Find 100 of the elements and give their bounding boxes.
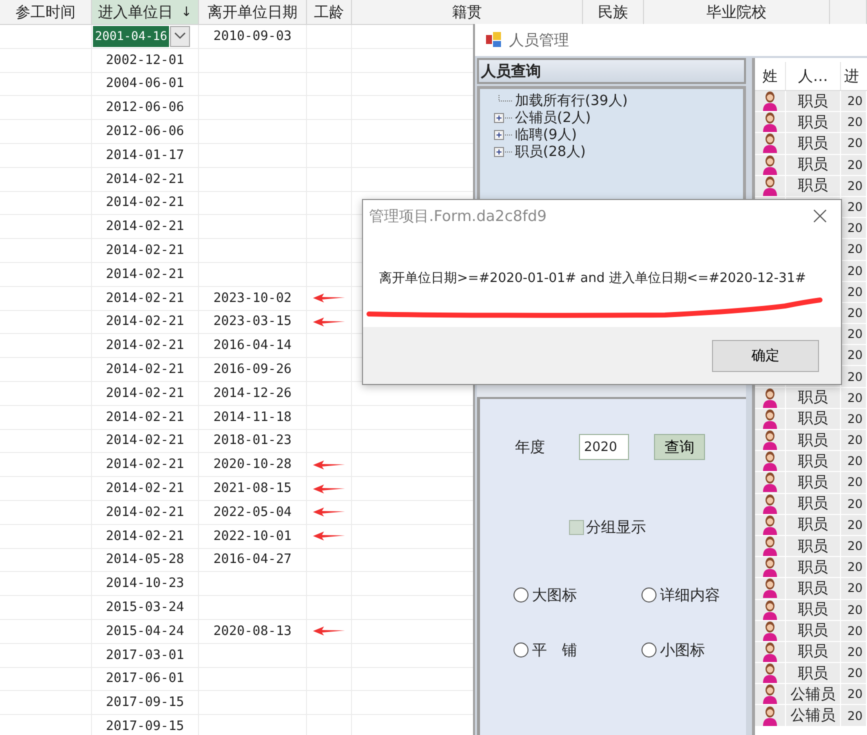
person-icon bbox=[762, 451, 778, 472]
radio-label[interactable]: 平 铺 bbox=[532, 640, 577, 660]
close-icon[interactable] bbox=[813, 209, 827, 223]
list-cell: 职员 bbox=[798, 515, 828, 534]
table-cell: 2017-09-15 bbox=[106, 695, 184, 710]
person-icon bbox=[762, 684, 778, 704]
radio-label[interactable]: 大图标 bbox=[532, 586, 577, 604]
table-cell: 2017-06-01 bbox=[106, 671, 184, 686]
table-cell: 2014-02-21 bbox=[106, 410, 184, 425]
table-cell: 2016-04-27 bbox=[213, 552, 292, 568]
radio-label[interactable]: 小图标 bbox=[660, 640, 705, 660]
person-icon bbox=[762, 642, 778, 662]
splitter-bar[interactable] bbox=[477, 384, 746, 399]
tree-item[interactable]: 职员(28人) bbox=[515, 142, 586, 160]
table-cell: 2015-03-24 bbox=[106, 600, 184, 616]
table-cell: 2004-06-01 bbox=[106, 76, 184, 92]
list-cell: 20 bbox=[847, 284, 863, 299]
column-header[interactable]: 姓 bbox=[755, 62, 786, 90]
person-icon bbox=[762, 494, 778, 514]
table-cell: 2014-01-17 bbox=[106, 148, 184, 163]
table-cell: 2014-02-21 bbox=[106, 433, 184, 448]
checkbox[interactable] bbox=[569, 520, 584, 535]
list-cell: 职员 bbox=[798, 134, 828, 153]
list-cell: 20 bbox=[847, 115, 863, 130]
chevron-down-icon bbox=[174, 32, 186, 40]
list-cell: 20 bbox=[847, 221, 863, 236]
table-cell: 2018-01-23 bbox=[213, 433, 292, 448]
list-cell: 职员 bbox=[798, 494, 828, 514]
person-icon bbox=[762, 112, 778, 132]
list-cell: 20 bbox=[847, 200, 863, 214]
person-icon bbox=[762, 578, 778, 598]
expand-icon[interactable] bbox=[494, 112, 514, 124]
list-cell: 职员 bbox=[798, 472, 828, 492]
list-cell: 职员 bbox=[798, 92, 828, 111]
list-cell: 职员 bbox=[798, 536, 828, 556]
table-cell: 2020-10-28 bbox=[213, 457, 292, 472]
list-cell: 20 bbox=[847, 539, 863, 554]
query-button[interactable]: 查询 bbox=[654, 434, 705, 460]
table-cell[interactable]: 2001-04-16 bbox=[93, 26, 170, 47]
radio-button[interactable] bbox=[641, 587, 657, 603]
person-icon bbox=[762, 600, 778, 620]
table-cell: 2014-02-21 bbox=[106, 386, 184, 401]
table-cell: 2016-04-14 bbox=[213, 338, 292, 354]
table-cell: 2014-02-21 bbox=[106, 314, 184, 330]
list-cell: 20 bbox=[847, 475, 863, 490]
list-cell: 职员 bbox=[798, 642, 828, 662]
list-cell: 20 bbox=[847, 602, 863, 617]
table-cell: 2023-03-15 bbox=[213, 314, 292, 330]
list-cell: 职员 bbox=[798, 112, 828, 132]
table-cell: 2014-02-21 bbox=[106, 266, 184, 282]
checkbox-label[interactable]: 分组显示 bbox=[586, 518, 646, 537]
tree-item[interactable]: 公辅员(2人) bbox=[515, 108, 591, 126]
list-cell: 20 bbox=[847, 454, 863, 468]
list-cell: 20 bbox=[847, 327, 863, 342]
table-cell: 2014-02-21 bbox=[106, 290, 184, 306]
list-cell: 20 bbox=[847, 708, 863, 723]
dropdown-button[interactable] bbox=[170, 26, 190, 47]
person-icon bbox=[762, 620, 778, 641]
year-field[interactable]: 2020 bbox=[579, 434, 629, 460]
table-cell: 2021-08-15 bbox=[213, 481, 292, 496]
table-cell: 2014-02-21 bbox=[106, 457, 184, 472]
column-header[interactable]: 工龄 bbox=[307, 0, 352, 24]
list-cell: 20 bbox=[847, 178, 863, 193]
list-cell: 20 bbox=[847, 370, 863, 384]
column-header[interactable]: 进入单位日 ↓ bbox=[92, 0, 199, 24]
tree-item[interactable]: 临聘(9人) bbox=[515, 126, 577, 144]
person-icon bbox=[762, 91, 778, 112]
person-icon bbox=[762, 663, 778, 684]
window-title: 人员管理 bbox=[509, 30, 569, 50]
column-header[interactable]: 离开单位日期 bbox=[199, 0, 307, 24]
person-icon bbox=[762, 706, 778, 726]
table-cell: 2014-02-21 bbox=[106, 338, 184, 354]
table-cell: 2014-02-21 bbox=[106, 481, 184, 496]
person-icon bbox=[762, 388, 778, 408]
radio-button[interactable] bbox=[641, 642, 657, 658]
list-cell: 20 bbox=[847, 136, 863, 150]
list-cell: 职员 bbox=[798, 409, 828, 428]
expand-icon[interactable] bbox=[494, 128, 514, 140]
column-header[interactable]: 进 bbox=[841, 62, 867, 90]
column-header[interactable]: 人… bbox=[786, 62, 841, 90]
list-cell: 20 bbox=[847, 348, 863, 362]
radio-label[interactable]: 详细内容 bbox=[660, 586, 720, 604]
person-icon bbox=[762, 536, 778, 556]
list-cell: 20 bbox=[847, 496, 863, 511]
list-cell: 20 bbox=[847, 158, 863, 172]
ok-button[interactable]: 确定 bbox=[712, 340, 819, 372]
list-cell: 公辅员 bbox=[790, 706, 836, 726]
tree-item[interactable]: 加载所有行(39人) bbox=[515, 92, 628, 110]
radio-button[interactable] bbox=[513, 587, 529, 603]
expand-icon[interactable] bbox=[494, 146, 514, 158]
table-cell: 2022-05-04 bbox=[213, 504, 292, 520]
table-cell: 2020-08-13 bbox=[213, 624, 292, 639]
list-cell: 20 bbox=[847, 581, 863, 596]
list-cell: 职员 bbox=[798, 388, 828, 408]
sort-indicator: ↓ bbox=[181, 4, 192, 20]
table-cell: 2010-09-03 bbox=[213, 28, 292, 44]
list-cell: 职员 bbox=[798, 578, 828, 598]
list-cell: 职员 bbox=[798, 155, 828, 174]
list-cell: 职员 bbox=[798, 176, 828, 196]
radio-button[interactable] bbox=[513, 642, 529, 658]
